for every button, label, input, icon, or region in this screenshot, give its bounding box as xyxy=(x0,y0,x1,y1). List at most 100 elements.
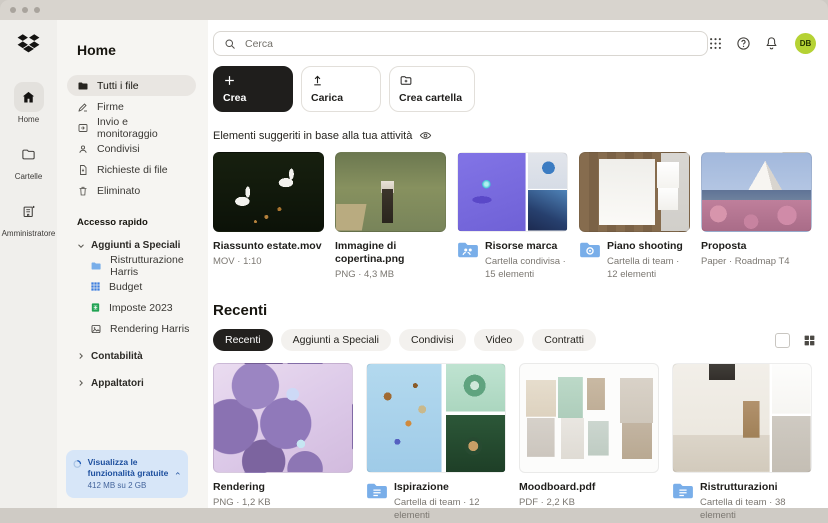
group-label: Contabilità xyxy=(91,351,143,362)
banner-title: Visualizza le funzionalità gratuite xyxy=(88,457,170,479)
chevron-up-icon[interactable] xyxy=(175,469,181,478)
suggested-card[interactable]: Piano shooting Cartella di team · 12 ele… xyxy=(579,152,690,282)
folder-thumbnail xyxy=(672,363,812,473)
folder-icon xyxy=(14,139,44,169)
sidebar-item-signatures[interactable]: Firme xyxy=(67,96,196,117)
create-folder-button[interactable]: Crea cartella xyxy=(389,66,475,112)
recent-card[interactable]: Ispirazione Cartella di team · 12 elemen… xyxy=(366,363,506,523)
upload-icon xyxy=(311,74,324,87)
starred-item-imposte-2023[interactable]: Imposte 2023 xyxy=(77,297,208,318)
file-request-icon xyxy=(77,164,89,176)
card-info: Ristrutturazioni Cartella di team · 38 e… xyxy=(672,481,812,523)
admin-console-icon xyxy=(13,196,43,226)
card-info: Piano shooting Cartella di team · 12 ele… xyxy=(579,240,690,282)
card-info: Moodboard.pdf PDF · 2,2 KB xyxy=(519,481,659,510)
help-icon[interactable] xyxy=(736,36,751,51)
group-contabilita[interactable]: Contabilità xyxy=(77,346,208,366)
starred-group-toggle[interactable]: Aggiunti a Speciali xyxy=(77,236,208,255)
create-button[interactable]: Crea xyxy=(213,66,293,112)
suggested-card[interactable]: Immagine di copertina.png PNG · 4,3 MB xyxy=(335,152,446,282)
card-info: Immagine di copertina.png PNG · 4,3 MB xyxy=(335,240,446,282)
bell-icon[interactable] xyxy=(764,36,779,51)
card-info: Ispirazione Cartella di team · 12 elemen… xyxy=(366,481,506,523)
starred-item-rendering-harris[interactable]: Rendering Harris xyxy=(77,318,208,339)
suggested-card[interactable]: Proposta Paper · Roadmap T4 xyxy=(701,152,812,282)
sidebar-item-deleted[interactable]: Eliminato xyxy=(67,180,196,201)
recent-card[interactable]: Ristrutturazioni Cartella di team · 38 e… xyxy=(672,363,812,523)
sidebar-item-all-files[interactable]: Tutti i file xyxy=(67,75,196,96)
quick-access-heading: Accesso rapido xyxy=(77,217,208,228)
search-input[interactable] xyxy=(243,37,697,51)
sidebar-item-shared[interactable]: Condivisi xyxy=(67,138,196,159)
grid-view-icon[interactable] xyxy=(803,334,816,347)
tab-condivisi[interactable]: Condivisi xyxy=(399,329,466,351)
tab-video[interactable]: Video xyxy=(474,329,525,351)
sidebar-item-label: Eliminato xyxy=(97,185,140,197)
card-meta: PNG · 4,3 MB xyxy=(335,269,446,282)
card-info: Riassunto estate.mov MOV · 1:10 xyxy=(213,240,324,269)
search-bar[interactable] xyxy=(213,31,708,56)
rail-item-admin[interactable]: Amministratore xyxy=(2,196,56,238)
banner-text: Visualizza le funzionalità gratuite 412 … xyxy=(88,457,170,490)
tab-recenti[interactable]: Recenti xyxy=(213,329,273,351)
sidebar-item-file-requests[interactable]: Richieste di file xyxy=(67,159,196,180)
card-title: Piano shooting xyxy=(607,240,690,253)
recents-filter-tabs: Recenti Aggiunti a Speciali Condivisi Vi… xyxy=(213,329,816,351)
starred-group-label: Aggiunti a Speciali xyxy=(91,240,180,251)
rail-item-label: Home xyxy=(18,115,39,124)
tab-contratti[interactable]: Contratti xyxy=(532,329,596,351)
create-folder-button-label: Crea cartella xyxy=(399,92,465,104)
upload-button[interactable]: Carica xyxy=(301,66,381,112)
video-thumbnail xyxy=(213,152,324,232)
card-info: Proposta Paper · Roadmap T4 xyxy=(701,240,812,269)
group-appaltatori[interactable]: Appaltatori xyxy=(77,373,208,393)
folder-thumbnail xyxy=(579,152,690,232)
action-buttons: Crea Carica Crea cartella xyxy=(213,66,816,112)
folder-thumbnail xyxy=(457,152,568,232)
team-folder-icon xyxy=(672,482,694,500)
card-meta: Cartella di team · 38 elementi xyxy=(700,497,812,523)
upload-button-label: Carica xyxy=(311,92,371,104)
starred-item-budget[interactable]: Budget xyxy=(77,276,208,297)
sidebar-item-send-track[interactable]: Invio e monitoraggio xyxy=(67,117,196,138)
recent-card[interactable]: Rendering PNG · 1,2 KB xyxy=(213,363,353,523)
banner-usage: 412 MB su 2 GB xyxy=(88,481,170,490)
recent-cards: Rendering PNG · 1,2 KB Ispirazione Carte… xyxy=(213,363,816,523)
card-meta: Paper · Roadmap T4 xyxy=(701,256,790,269)
rail-item-folders[interactable]: Cartelle xyxy=(14,139,44,181)
folder-plus-icon xyxy=(399,74,413,87)
starred-item-ristrutturazione-harris[interactable]: Ristrutturazione Harris xyxy=(77,255,208,276)
team-folder-icon xyxy=(366,482,388,500)
rail-item-label: Cartelle xyxy=(15,172,43,181)
card-title: Riassunto estate.mov xyxy=(213,240,322,253)
rail-item-home[interactable]: Home xyxy=(14,82,44,124)
create-button-label: Crea xyxy=(223,92,283,104)
sidebar-item-label: Invio e monitoraggio xyxy=(97,116,190,140)
recent-card[interactable]: Moodboard.pdf PDF · 2,2 KB xyxy=(519,363,659,523)
home-icon xyxy=(14,82,44,112)
avatar[interactable]: DB xyxy=(795,33,816,54)
storage-upgrade-banner[interactable]: Visualizza le funzionalità gratuite 412 … xyxy=(66,450,188,498)
folder-filled-icon xyxy=(77,80,89,92)
recents-heading: Recenti xyxy=(213,302,816,319)
icon-rail: Home Cartelle Amministratore xyxy=(0,20,57,508)
tab-aggiunti-a-speciali[interactable]: Aggiunti a Speciali xyxy=(281,329,391,351)
pdf-thumbnail xyxy=(519,363,659,473)
apps-grid-icon[interactable] xyxy=(708,36,723,51)
suggested-card[interactable]: Risorse marca Cartella condivisa · 15 el… xyxy=(457,152,568,282)
starred-item-label: Imposte 2023 xyxy=(109,302,173,314)
suggested-heading: Elementi suggeriti in base alla tua atti… xyxy=(213,130,412,142)
sidebar-title: Home xyxy=(77,42,208,58)
card-title: Ristrutturazioni xyxy=(700,481,812,494)
select-all-checkbox[interactable] xyxy=(775,333,790,348)
card-meta: Cartella di team · 12 elementi xyxy=(394,497,506,523)
signature-pen-icon xyxy=(77,101,89,113)
eye-icon[interactable] xyxy=(419,129,432,142)
send-track-icon xyxy=(77,122,89,134)
chevron-down-icon xyxy=(77,242,85,250)
card-info: Risorse marca Cartella condivisa · 15 el… xyxy=(457,240,568,282)
suggested-card[interactable]: Riassunto estate.mov MOV · 1:10 xyxy=(213,152,324,282)
image-icon xyxy=(90,323,102,335)
card-meta: Cartella di team · 12 elementi xyxy=(607,256,690,282)
view-tools xyxy=(775,333,816,348)
